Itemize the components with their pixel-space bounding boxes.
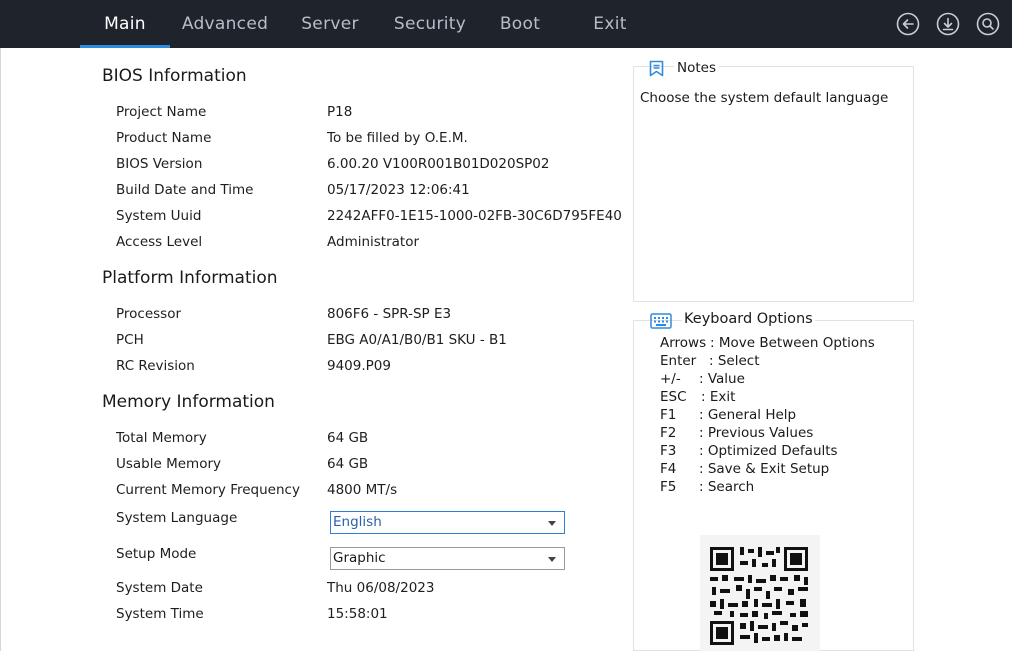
tab-strip: Main Advanced Server Security Boot Exit <box>80 0 660 48</box>
label-total-memory: Total Memory <box>116 430 207 446</box>
value-project-name: P18 <box>327 104 353 120</box>
kb-desc-f4: : Save & Exit Setup <box>699 461 830 477</box>
setup-mode-select[interactable]: Graphic <box>330 547 565 570</box>
kb-key-esc: ESC <box>660 389 687 405</box>
notes-text: Choose the system default language <box>640 90 889 106</box>
tab-main[interactable]: Main <box>80 0 170 48</box>
label-system-time: System Time <box>116 606 204 622</box>
setup-mode-value: Graphic <box>333 550 386 566</box>
label-project-name: Project Name <box>116 104 207 120</box>
value-pch: EBG A0/A1/B0/B1 SKU - B1 <box>327 332 507 348</box>
section-title-bios: BIOS Information <box>102 66 247 86</box>
kb-key-enter: Enter <box>660 353 697 369</box>
label-pch: PCH <box>116 332 144 348</box>
value-product-name: To be filled by O.E.M. <box>327 130 468 146</box>
tab-exit[interactable]: Exit <box>560 0 660 48</box>
back-arrow-icon[interactable] <box>896 12 920 36</box>
value-bios-version: 6.00.20 V100R001B01D020SP02 <box>327 156 550 172</box>
chevron-down-icon <box>548 557 556 562</box>
kb-desc-f3: : Optimized Defaults <box>699 443 838 459</box>
system-time-field[interactable]: 15:58:01 <box>327 606 388 622</box>
value-total-memory: 64 GB <box>327 430 369 446</box>
label-product-name: Product Name <box>116 130 212 146</box>
value-processor: 806F6 - SPR-SP E3 <box>327 306 452 322</box>
kb-key-arrows: Arrows <box>660 335 707 351</box>
label-usable-memory: Usable Memory <box>116 456 222 472</box>
value-memory-frequency: 4800 MT/s <box>327 482 398 498</box>
kb-desc-plus-minus: : Value <box>699 371 745 387</box>
notes-title: Notes <box>674 60 719 76</box>
kb-desc-f2: : Previous Values <box>699 425 814 441</box>
tab-advanced[interactable]: Advanced <box>170 0 280 48</box>
search-icon[interactable] <box>976 12 1000 36</box>
label-rc-revision: RC Revision <box>116 358 195 374</box>
kb-key-f4: F4 <box>660 461 677 477</box>
label-system-uuid: System Uuid <box>116 208 202 224</box>
label-bios-version: BIOS Version <box>116 156 203 172</box>
label-system-date: System Date <box>116 580 203 596</box>
kb-desc-f1: : General Help <box>699 407 797 423</box>
kb-key-f3: F3 <box>660 443 677 459</box>
kb-key-f1: F1 <box>660 407 677 423</box>
tab-security[interactable]: Security <box>380 0 480 48</box>
kb-key-plus-minus: +/- <box>660 371 681 387</box>
label-setup-mode: Setup Mode <box>116 546 197 562</box>
section-title-platform: Platform Information <box>102 268 278 288</box>
value-usable-memory: 64 GB <box>327 456 369 472</box>
value-build-date: 05/17/2023 12:06:41 <box>327 182 470 198</box>
keyboard-options-title: Keyboard Options <box>682 311 815 327</box>
system-language-select[interactable]: English <box>330 511 565 534</box>
label-access-level: Access Level <box>116 234 203 250</box>
kb-desc-esc: : Exit <box>701 389 736 405</box>
tab-server[interactable]: Server <box>280 0 380 48</box>
notes-bookmark-icon <box>649 60 664 77</box>
value-access-level: Administrator <box>327 234 420 250</box>
top-icon-group <box>896 12 1000 36</box>
top-navigation-bar: Main Advanced Server Security Boot Exit <box>0 0 1012 48</box>
kb-desc-arrows: : Move Between Options <box>710 335 875 351</box>
section-title-memory: Memory Information <box>102 392 275 412</box>
kb-key-f5: F5 <box>660 479 677 495</box>
save-download-icon[interactable] <box>936 12 960 36</box>
keyboard-icon <box>650 313 672 329</box>
kb-desc-enter: : Select <box>709 353 760 369</box>
value-system-uuid: 2242AFF0-1E15-1000-02FB-30C6D795FE40 <box>327 208 622 224</box>
label-system-language: System Language <box>116 510 238 526</box>
label-build-date: Build Date and Time <box>116 182 254 198</box>
kb-desc-f5: : Search <box>699 479 755 495</box>
system-language-value: English <box>333 514 382 530</box>
kb-key-f2: F2 <box>660 425 677 441</box>
value-rc-revision: 9409.P09 <box>327 358 391 374</box>
qr-code-image <box>700 535 820 651</box>
label-processor: Processor <box>116 306 182 322</box>
chevron-down-icon <box>548 521 556 526</box>
system-date-field[interactable]: Thu 06/08/2023 <box>327 580 434 596</box>
label-memory-frequency: Current Memory Frequency <box>116 482 300 498</box>
tab-boot[interactable]: Boot <box>480 0 560 48</box>
